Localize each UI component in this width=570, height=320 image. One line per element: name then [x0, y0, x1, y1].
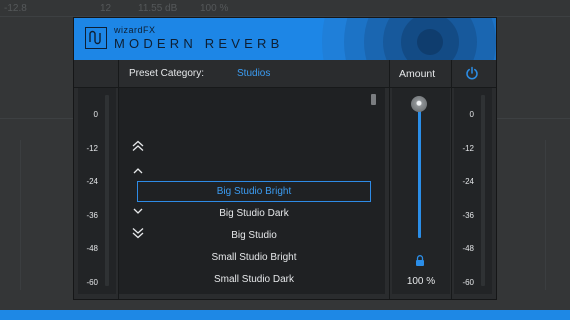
preset-list[interactable]: Big Studio Bright Big Studio Dark Big St… — [119, 88, 385, 294]
meter-scale-label: -60 — [86, 278, 98, 287]
bg-label: 11.55 dB — [138, 3, 178, 14]
meter-scale-label: -36 — [86, 211, 98, 220]
meter-scale-label: -12 — [86, 144, 98, 153]
meter-scale-label: -36 — [462, 211, 474, 220]
preset-category-select[interactable]: Studios — [237, 68, 270, 79]
plugin-window: wizardFX MODERN REVERB 0 -12 -24 -36 -48… — [73, 17, 497, 300]
double-chevron-up-icon[interactable] — [131, 140, 145, 152]
meter-scale-label: -48 — [462, 244, 474, 253]
plugin-header: wizardFX MODERN REVERB — [74, 18, 496, 60]
amount-label: Amount — [399, 68, 436, 80]
preset-item[interactable]: Small Studio Dark — [137, 269, 371, 290]
power-icon[interactable] — [465, 66, 479, 80]
preset-item[interactable]: Big Studio — [137, 225, 371, 246]
amount-value: 100 % — [406, 276, 436, 287]
preset-category-label: Preset Category: — [129, 68, 205, 79]
preset-item[interactable]: Big Studio Dark — [137, 203, 371, 224]
product-title: MODERN REVERB — [114, 36, 284, 51]
preset-item[interactable]: Small Studio Bright — [137, 247, 371, 268]
bg-label: -12.8 — [4, 3, 27, 14]
bg-label: 100 % — [200, 3, 229, 14]
wizardfx-logo-icon — [85, 27, 107, 49]
meter-scale-label: -48 — [86, 244, 98, 253]
preset-item[interactable]: Big Studio Bright — [137, 181, 371, 202]
meter-scale-label: -12 — [462, 144, 474, 153]
meter-scale-label: -60 — [462, 278, 474, 287]
chevron-up-icon[interactable] — [131, 165, 145, 177]
lock-icon[interactable] — [415, 255, 425, 266]
preset-list-scrollbar[interactable] — [371, 94, 376, 105]
amount-slider-knob[interactable] — [411, 96, 427, 112]
meter-scale-label: 0 — [93, 110, 98, 119]
meter-scale-label: -24 — [462, 177, 474, 186]
input-meter-track — [105, 95, 109, 286]
meter-scale-label: -24 — [86, 177, 98, 186]
amount-slider-track[interactable] — [418, 105, 421, 238]
output-meter-track — [481, 95, 485, 286]
host-bottom-bar — [0, 310, 570, 320]
bg-label: 12 — [100, 3, 112, 14]
brand-name: wizardFX — [114, 25, 156, 35]
meter-scale-label: 0 — [469, 110, 474, 119]
